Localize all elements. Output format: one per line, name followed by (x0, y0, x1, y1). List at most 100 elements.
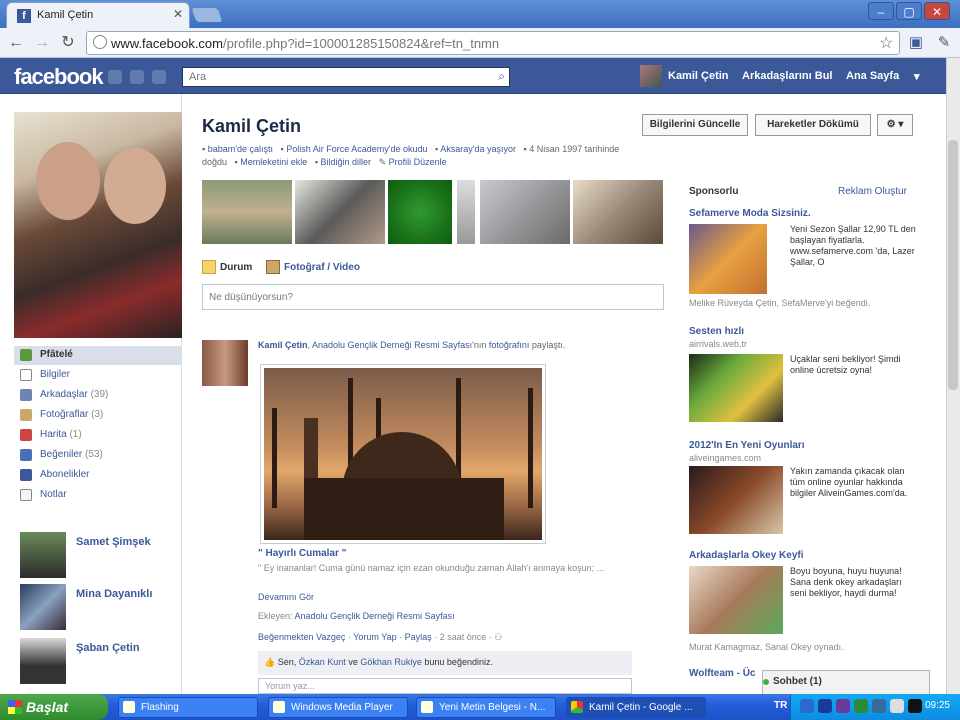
profile-name[interactable]: Kamil Çetin (202, 116, 301, 137)
language-indicator[interactable]: TR (774, 700, 787, 711)
network-icon[interactable] (890, 699, 904, 713)
ad-text[interactable]: Yeni Sezon Şallar 12,90 TL den başlayan … (790, 224, 920, 268)
forward-arrow-icon[interactable]: → (32, 33, 52, 53)
facebook-logo[interactable]: facebook (14, 64, 104, 90)
info-languages[interactable]: Bildiğin diller (321, 157, 372, 167)
messages-icon[interactable] (130, 70, 144, 84)
friend-avatar[interactable] (20, 532, 66, 578)
chat-label[interactable]: Sohbet (1) (773, 676, 822, 687)
nav-item-subscriptions[interactable]: Abonelikler (14, 466, 182, 485)
friend-avatar[interactable] (20, 638, 66, 684)
task-button[interactable]: Windows Media Player (268, 697, 408, 718)
ad-title[interactable]: Arkadaşlarla Okey Keyfi (689, 550, 804, 561)
ad-title[interactable]: Wolfteam - Üc (689, 668, 756, 679)
unlike-link[interactable]: Beğenmekten Vazgeç (258, 632, 345, 642)
address-url[interactable]: www.facebook.com/profile.php?id=10000128… (111, 36, 499, 51)
account-menu-chevron-down-icon[interactable]: ▾ (914, 70, 920, 83)
post-time[interactable]: 2 saat önce (440, 632, 487, 642)
header-user-link[interactable]: Kamil Çetin (668, 70, 729, 82)
home-link[interactable]: Ana Sayfa (846, 70, 899, 82)
nav-item-notes[interactable]: Notlar (14, 486, 182, 505)
nav-item-likes[interactable]: Beğeniler (53) (14, 446, 182, 465)
back-arrow-icon[interactable]: ← (6, 33, 26, 53)
post-page-link[interactable]: Anadolu Gençlik Derneği Resmi Sayfası (312, 340, 472, 350)
friend-name[interactable]: Mina Dayanıklı (76, 588, 152, 600)
task-button[interactable]: Flashing (118, 697, 258, 718)
activity-log-button[interactable]: Hareketler Dökümü (755, 114, 871, 136)
added-by-link[interactable]: Anadolu Gençlik Derneği Resmi Sayfası (295, 611, 455, 621)
tray-icon[interactable] (800, 699, 814, 713)
scrollbar-thumb[interactable] (948, 140, 958, 390)
ad-title[interactable]: 2012'In En Yeni Oyunları (689, 440, 805, 451)
friend-item[interactable]: Mina Dayanıklı (20, 584, 180, 630)
photo-strip-item[interactable] (573, 180, 663, 244)
comment-input[interactable]: Yorum yaz... (258, 678, 632, 694)
profile-picture[interactable] (14, 112, 182, 338)
tray-icon[interactable] (854, 699, 868, 713)
browser-tab[interactable]: f Kamil Çetin ✕ (6, 2, 190, 28)
photo-strip-item[interactable] (480, 180, 570, 244)
ad-title[interactable]: Sesten hızlı (689, 326, 744, 337)
nav-item-map[interactable]: Harita (1) (14, 426, 182, 445)
photo-strip-item[interactable] (457, 180, 475, 244)
liker-link[interactable]: Özkan Kunt (299, 657, 346, 667)
comment-link[interactable]: Yorum Yap (353, 632, 396, 642)
nav-item-friends[interactable]: Arkadaşlar (39) (14, 386, 182, 405)
ad-image[interactable] (689, 354, 783, 422)
info-lives[interactable]: Aksaray'da yaşıyor (440, 144, 516, 154)
friend-requests-icon[interactable] (108, 70, 122, 84)
notifications-icon[interactable] (152, 70, 166, 84)
tray-icon[interactable] (818, 699, 832, 713)
ad-text[interactable]: Yakın zamanda çıkacak olan tüm online oy… (790, 466, 920, 499)
info-work[interactable]: babam'de çalıştı (208, 144, 273, 154)
nav-item-info[interactable]: Bilgiler (14, 366, 182, 385)
tray-icon[interactable] (872, 699, 886, 713)
clock[interactable]: 09:25 (925, 700, 950, 711)
create-ad-link[interactable]: Reklam Oluştur (838, 186, 907, 197)
tray-icon[interactable] (836, 699, 850, 713)
header-avatar[interactable] (640, 65, 662, 87)
reload-icon[interactable]: ↻ (58, 33, 78, 53)
photo-strip-item[interactable] (202, 180, 292, 244)
ad-title[interactable]: Sefamerve Moda Sizsiniz. (689, 208, 811, 219)
friend-item[interactable]: Şaban Çetin (20, 638, 180, 684)
extension-icon[interactable]: ▣ (906, 33, 926, 53)
address-bar[interactable]: www.facebook.com/profile.php?id=10000128… (86, 31, 900, 55)
find-friends-link[interactable]: Arkadaşlarını Bul (742, 70, 832, 82)
page-info-icon[interactable] (93, 35, 107, 49)
close-tab-icon[interactable]: ✕ (173, 7, 183, 21)
info-hometown[interactable]: Memleketini ekle (240, 157, 307, 167)
settings-gear-icon[interactable]: ⚙ ▾ (877, 114, 913, 136)
friend-avatar[interactable] (20, 584, 66, 630)
audience-icon[interactable]: ⚇ (494, 632, 502, 642)
ad-image[interactable] (689, 466, 783, 534)
nav-item-wall[interactable]: Pfâtelé (14, 346, 182, 365)
search-icon[interactable]: ⌕ (498, 69, 505, 84)
chat-bar[interactable]: Sohbet (1) (762, 670, 930, 694)
friend-name[interactable]: Samet Şimşek (76, 536, 151, 548)
bookmark-star-icon[interactable]: ☆ (879, 33, 893, 53)
task-button-active[interactable]: Kamil Çetin - Google ... (566, 697, 706, 718)
tab-status[interactable]: Durum (220, 262, 252, 273)
photo-strip-item[interactable] (388, 180, 452, 244)
info-edit[interactable]: Profili Düzenle (389, 157, 447, 167)
maximize-button[interactable]: ▢ (896, 2, 922, 20)
tab-photo-video[interactable]: Fotoğraf / Video (284, 262, 360, 273)
friend-name[interactable]: Şaban Çetin (76, 642, 140, 654)
ad-text[interactable]: Uçaklar seni bekliyor! Şimdi online ücre… (790, 354, 920, 376)
close-window-button[interactable]: ✕ (924, 2, 950, 20)
ad-image[interactable] (689, 566, 783, 634)
post-author[interactable]: Kamil Çetin (258, 340, 308, 350)
wrench-icon[interactable]: ✎ (934, 33, 954, 53)
tray-icon[interactable] (908, 699, 922, 713)
photo-strip-item[interactable] (295, 180, 385, 244)
nav-item-photos[interactable]: Fotoğraflar (3) (14, 406, 182, 425)
friend-item[interactable]: Samet Şimşek (20, 532, 180, 578)
new-tab-button[interactable] (191, 8, 223, 22)
status-input[interactable]: Ne düşünüyorsun? (202, 284, 664, 310)
update-info-button[interactable]: Bilgilerini Güncelle (642, 114, 748, 136)
info-school[interactable]: Polish Air Force Academy'de okudu (286, 144, 427, 154)
share-link[interactable]: Paylaş (405, 632, 432, 642)
ad-text[interactable]: Boyu boyuna, huyu huyuna! Sana denk okey… (790, 566, 920, 599)
post-photo[interactable] (260, 364, 546, 544)
